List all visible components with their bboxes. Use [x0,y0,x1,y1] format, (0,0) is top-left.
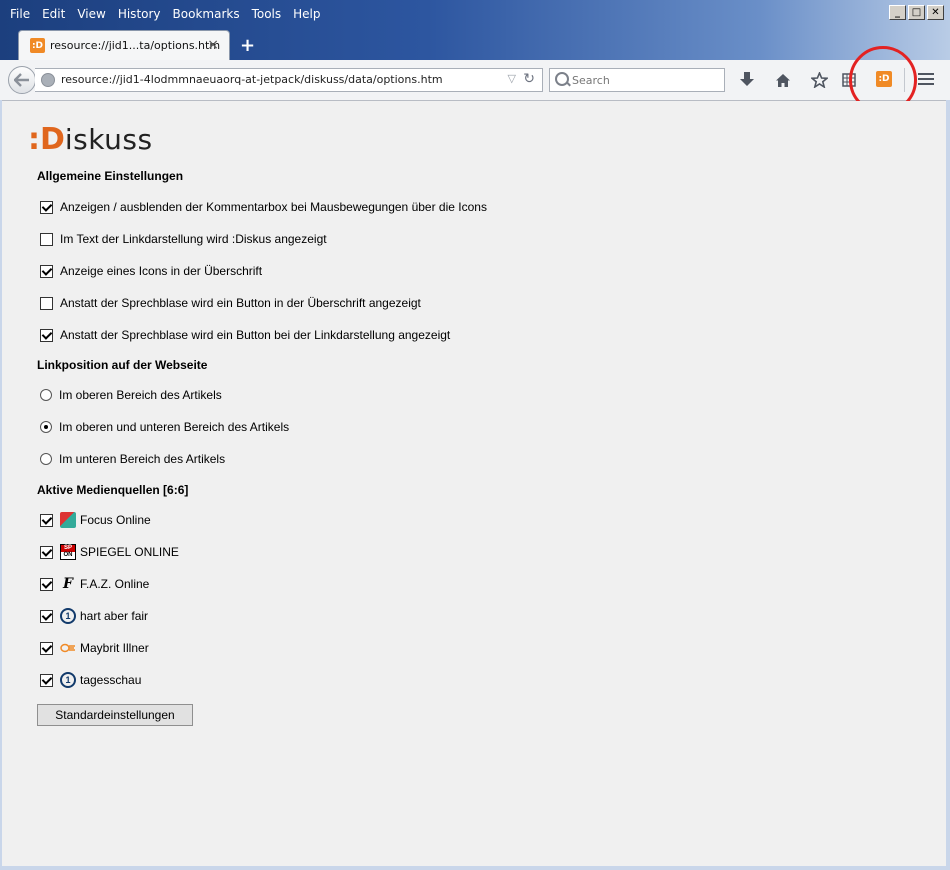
download-icon[interactable] [737,70,757,90]
checkbox[interactable] [40,673,53,687]
section-title-link-position: Linkposition auf der Webseite [37,358,208,372]
search-bar[interactable]: Search [549,68,725,92]
window-frame-bottom [0,866,950,870]
options-page: :D iskuss Allgemeine Einstellungen Anzeig… [2,101,946,866]
menu-help[interactable]: Help [287,6,326,24]
checkbox[interactable] [40,577,53,591]
search-icon [555,72,569,86]
source-label: Focus Online [80,513,151,527]
faz-icon: F [63,576,73,592]
url-text: resource://jid1-4lodmmnaeuaorq-at-jetpac… [61,73,443,86]
new-tab-icon[interactable]: + [240,35,255,56]
logo-mark: :D [28,122,65,157]
menubar: File Edit View History Bookmarks Tools H… [4,6,327,24]
link-position-row[interactable]: Im oberen Bereich des Artikels [40,387,222,403]
menu-view[interactable]: View [71,6,111,24]
default-settings-button[interactable]: Standardeinstellungen [37,704,193,726]
media-source-row[interactable]: F F.A.Z. Online [40,576,149,592]
option-label: Anstatt der Sprechblase wird ein Button … [60,296,421,310]
diskuss-favicon-icon: :D [30,38,45,53]
window-controls: _ □ ✕ [889,5,944,20]
tab-options[interactable]: :D resource://jid1...ta/options.htm × [18,30,230,60]
home-icon[interactable] [773,70,793,90]
ard-icon: 1 [60,608,76,624]
link-position-row[interactable]: Im unteren Bereich des Artikels [40,451,225,467]
diskuss-logo: :D iskuss [28,123,153,157]
checkbox[interactable] [40,513,53,527]
option-label: Im oberen Bereich des Artikels [59,388,222,402]
general-option-row[interactable]: Anzeigen / ausblenden der Kommentarbox b… [40,199,487,215]
checkbox[interactable] [40,200,53,214]
option-label: Anstatt der Sprechblase wird ein Button … [60,328,451,342]
radio-button[interactable] [40,421,52,433]
media-source-row[interactable]: Maybrit Illner [40,640,149,656]
menu-file[interactable]: File [4,6,36,24]
option-label: Im oberen und unteren Bereich des Artike… [59,420,290,434]
link-position-row[interactable]: Im oberen und unteren Bereich des Artike… [40,419,289,435]
media-source-row[interactable]: 1 tagesschau [40,672,141,688]
checkbox[interactable] [40,545,53,559]
spiegel-icon-top: SP [61,545,75,552]
minimize-icon[interactable]: _ [889,5,906,20]
bookmark-star-icon[interactable] [809,70,829,90]
logo-text: iskuss [64,123,153,156]
media-source-row[interactable]: Focus Online [40,512,151,528]
checkbox[interactable] [40,296,53,310]
maximize-icon[interactable]: □ [908,5,925,20]
general-option-row[interactable]: Anstatt der Sprechblase wird ein Button … [40,327,450,343]
zdf-icon [60,640,76,656]
general-option-row[interactable]: Anzeige eines Icons in der Überschrift [40,263,262,279]
window-frame-right [946,100,950,870]
menu-history[interactable]: History [112,6,167,24]
tab-title: resource://jid1...ta/options.htm [50,39,221,52]
search-placeholder: Search [572,74,610,87]
ard-icon: 1 [60,672,76,688]
media-source-row[interactable]: 1 hart aber fair [40,608,148,624]
media-source-row[interactable]: SP ON SPIEGEL ONLINE [40,544,179,560]
spiegel-icon: SP ON [60,544,76,560]
checkbox[interactable] [40,232,53,246]
source-label: F.A.Z. Online [80,577,150,591]
url-dropdown-icon[interactable]: ▽ [508,72,516,85]
close-window-icon[interactable]: ✕ [927,5,944,20]
radio-button[interactable] [40,389,52,401]
option-label: Anzeige eines Icons in der Überschrift [60,264,263,278]
menu-tools[interactable]: Tools [246,6,288,24]
url-bar[interactable]: resource://jid1-4lodmmnaeuaorq-at-jetpac… [35,68,543,92]
window-titlebar: File Edit View History Bookmarks Tools H… [0,0,950,64]
option-label: Anzeigen / ausblenden der Kommentarbox b… [60,200,487,214]
focus-icon [60,512,76,528]
section-title-media: Aktive Medienquellen [6:6] [37,483,189,497]
source-label: Maybrit Illner [80,641,149,655]
option-label: Im unteren Bereich des Artikels [59,452,226,466]
checkbox[interactable] [40,328,53,342]
spiegel-icon-bottom: ON [63,552,73,558]
option-label: Im Text der Linkdarstellung wird :Diskus… [60,232,327,246]
checkbox[interactable] [40,641,53,655]
checkbox[interactable] [40,264,53,278]
radio-button[interactable] [40,453,52,465]
back-icon[interactable] [8,66,36,94]
menu-hamburger-icon[interactable] [918,73,934,88]
source-label: SPIEGEL ONLINE [80,545,179,559]
globe-icon [41,73,55,87]
menu-bookmarks[interactable]: Bookmarks [167,6,246,24]
source-label: tagesschau [80,673,142,687]
window-frame-left [0,100,2,870]
source-label: hart aber fair [80,609,149,623]
menu-edit[interactable]: Edit [36,6,71,24]
checkbox[interactable] [40,609,53,623]
reload-icon[interactable]: ↻ [523,71,535,87]
general-option-row[interactable]: Anstatt der Sprechblase wird ein Button … [40,295,421,311]
general-option-row[interactable]: Im Text der Linkdarstellung wird :Diskus… [40,231,327,247]
tab-close-icon[interactable]: × [207,37,219,53]
section-title-general: Allgemeine Einstellungen [37,169,184,183]
navigation-toolbar: resource://jid1-4lodmmnaeuaorq-at-jetpac… [0,60,950,101]
